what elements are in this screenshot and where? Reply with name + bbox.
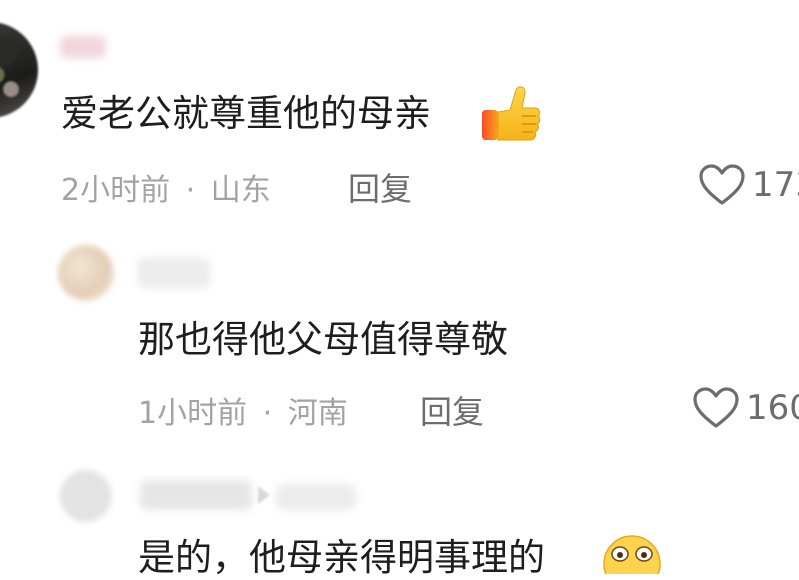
- reply-to-username-blurred[interactable]: [276, 484, 356, 510]
- avatar[interactable]: [58, 245, 114, 301]
- comment-text: 是的，他母亲得明事理的: [138, 536, 545, 579]
- reply-button[interactable]: 回复: [420, 387, 484, 433]
- comment-text: 爱老公就尊重他的母亲: [61, 92, 431, 136]
- heart-icon[interactable]: [698, 163, 746, 207]
- comment-location: 山东: [210, 173, 271, 208]
- face-icon: [603, 535, 661, 574]
- like-count: 160: [746, 388, 799, 428]
- thumbs-up-icon: [482, 86, 541, 141]
- avatar[interactable]: [0, 22, 38, 118]
- reply-arrow-icon: [258, 486, 270, 504]
- username-blurred[interactable]: [140, 480, 252, 510]
- comment-text: 那也得他父母值得尊敬: [138, 318, 508, 361]
- comment-meta: 2小时前 · 山东: [61, 165, 271, 209]
- username-blurred[interactable]: [60, 36, 106, 58]
- comment-meta: 1小时前 · 河南: [138, 388, 348, 432]
- heart-icon[interactable]: [692, 386, 740, 430]
- comment-time: 1小时前: [138, 396, 248, 431]
- like-count: 173: [752, 165, 799, 205]
- reply-button[interactable]: 回复: [348, 164, 412, 210]
- comment-time: 2小时前: [61, 173, 171, 208]
- meta-separator: ·: [185, 173, 196, 208]
- comment-location: 河南: [287, 396, 348, 431]
- avatar[interactable]: [60, 470, 112, 522]
- meta-separator: ·: [262, 396, 273, 431]
- username-blurred[interactable]: [138, 258, 210, 288]
- comment-text-content: 爱老公就尊重他的母亲: [61, 92, 431, 135]
